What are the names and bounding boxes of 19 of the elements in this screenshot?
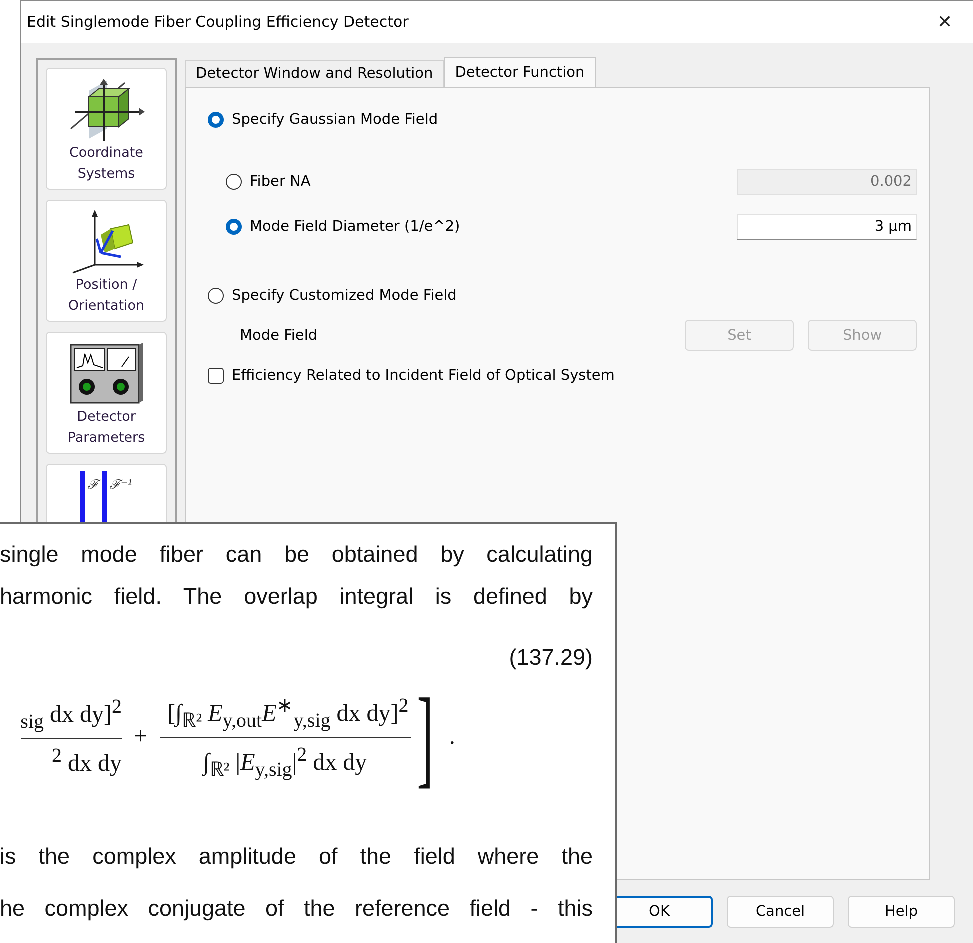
option-label: Fiber NA: [250, 174, 311, 190]
formula-numerator: $_{sig}$ dx dy]$^{2}$: [20, 696, 122, 739]
formula-denominator: $^{2}$ dx dy: [52, 744, 122, 778]
text-line: he complex conjugate of the reference field - this: [0, 895, 593, 923]
formula-bracket: ]: [416, 682, 434, 792]
text-line: is the complex amplitude of the field where the: [0, 843, 593, 871]
option-label: Mode Field Diameter (1/e^2): [250, 219, 460, 235]
text-line: harmonic field. The overlap integral is defined by: [0, 583, 593, 611]
checkbox-label: Efficiency Related to Incident Field of Optical System: [232, 368, 615, 384]
field-label: Mode Field: [240, 328, 318, 344]
option-label: Specify Gaussian Mode Field: [232, 112, 438, 128]
option-label: Specify Customized Mode Field: [232, 288, 457, 304]
formula-denominator: ∫$_{ℝ²}$ |E$_{y,sig}$|$^{2}$ dx dy: [201, 742, 368, 782]
equation-number: (137.29): [508, 645, 593, 671]
formula-period: .: [449, 724, 456, 750]
text-line: single mode fiber can be obtained by calculating: [0, 541, 593, 569]
formula-operator: +: [134, 724, 148, 750]
formula-numerator: [∫$_{ℝ²}$ E$_{y,out}$E$^{∗}$$_{y,sig}$ dx dy]$^{2}$: [160, 692, 411, 738]
window-title: Edit Singlemode Fiber Coupling Efficiency Detector: [27, 13, 410, 31]
